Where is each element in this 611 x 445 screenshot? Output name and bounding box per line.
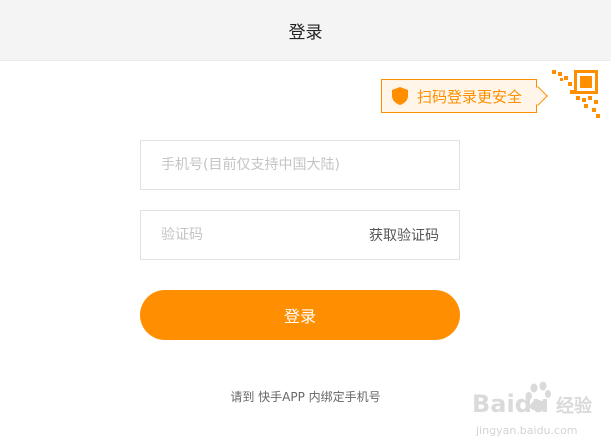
qr-login-tip-text: 扫码登录更安全	[417, 87, 523, 106]
page-title: 登录	[288, 22, 323, 43]
login-button[interactable]: 登录	[140, 290, 460, 340]
shield-icon	[392, 87, 408, 105]
watermark-url: jingyan.baidu.com	[475, 424, 578, 437]
baidu-jingyan-watermark: Baidu 经验 jingyan.baidu.com	[472, 381, 593, 437]
code-field[interactable]: 获取验证码	[140, 210, 460, 260]
watermark-brand: Baidu	[472, 390, 549, 418]
qr-login-tip[interactable]: 扫码登录更安全	[381, 79, 537, 113]
header-bar: 登录	[0, 0, 611, 61]
phone-field[interactable]	[140, 140, 460, 190]
get-code-button[interactable]: 获取验证码	[369, 225, 459, 245]
phone-input[interactable]	[141, 141, 459, 189]
watermark-suffix: 经验	[556, 395, 593, 417]
code-input[interactable]	[141, 211, 369, 259]
qr-code-icon[interactable]	[548, 68, 600, 120]
